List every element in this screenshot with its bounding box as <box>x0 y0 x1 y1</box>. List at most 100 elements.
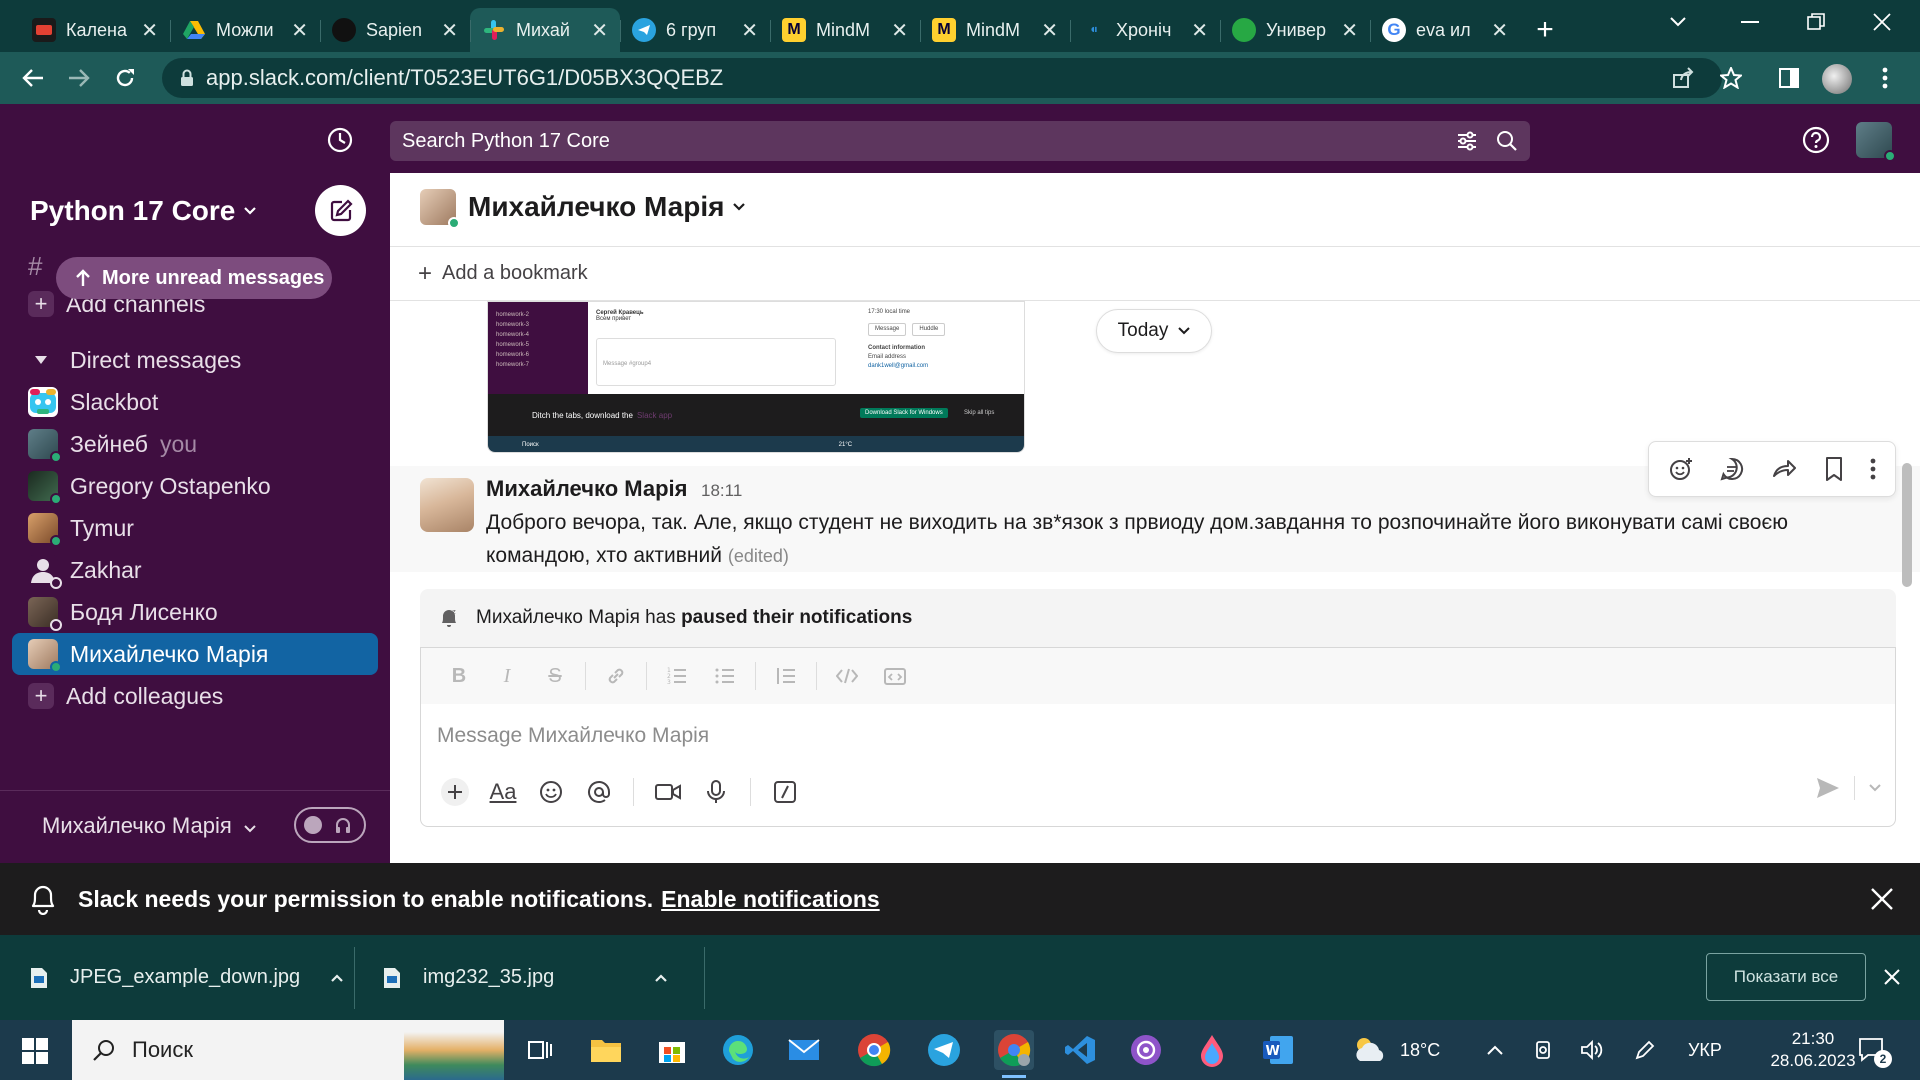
link-icon[interactable] <box>592 656 640 696</box>
compose-button[interactable] <box>315 185 366 236</box>
code-icon[interactable] <box>823 656 871 696</box>
mail-icon[interactable] <box>784 1030 824 1070</box>
close-tab-icon[interactable]: ✕ <box>1491 18 1508 43</box>
message-list-scrollbar[interactable] <box>1902 463 1912 587</box>
download-item[interactable]: img232_35.jpg <box>383 935 683 1020</box>
restore-icon[interactable] <box>1786 0 1846 44</box>
add-reaction-icon[interactable] <box>1668 456 1694 482</box>
forward-icon[interactable] <box>56 55 102 101</box>
chevron-up-icon[interactable] <box>330 973 344 983</box>
share-message-icon[interactable] <box>1771 456 1797 482</box>
strikethrough-icon[interactable]: S <box>531 656 579 696</box>
download-item[interactable]: JPEG_example_down.jpg <box>30 935 343 1020</box>
chrome-profile-icon[interactable] <box>994 1030 1034 1078</box>
github-desktop-icon[interactable] <box>1126 1030 1166 1070</box>
bold-icon[interactable]: B <box>435 656 483 696</box>
close-tab-icon[interactable]: ✕ <box>1341 18 1358 43</box>
video-clip-icon[interactable] <box>646 770 690 814</box>
file-explorer-icon[interactable] <box>586 1030 626 1070</box>
new-tab-button[interactable]: + <box>1520 8 1570 52</box>
bullet-list-icon[interactable] <box>701 656 749 696</box>
meet-now-icon[interactable] <box>1534 1020 1556 1080</box>
close-icon[interactable] <box>1884 969 1900 985</box>
chevron-up-icon[interactable] <box>654 973 668 983</box>
help-icon[interactable] <box>1802 126 1830 154</box>
language-indicator[interactable]: УКР <box>1688 1020 1722 1080</box>
search-icon[interactable] <box>1496 130 1518 152</box>
send-icon[interactable] <box>1816 777 1840 799</box>
taskbar-search[interactable]: Поиск <box>72 1020 504 1080</box>
reply-thread-icon[interactable] <box>1719 456 1745 482</box>
close-tab-icon[interactable]: ✕ <box>141 18 158 43</box>
message-author[interactable]: Михайлечко Марія <box>486 476 687 502</box>
close-icon[interactable] <box>1870 887 1894 911</box>
task-view-icon[interactable] <box>520 1030 560 1070</box>
microphone-icon[interactable] <box>694 770 738 814</box>
close-tab-icon[interactable]: ✕ <box>1041 18 1058 43</box>
vscode-icon[interactable] <box>1060 1030 1100 1070</box>
italic-icon[interactable]: I <box>483 656 531 696</box>
dm-item-active[interactable]: Михайлечко Марія <box>12 633 378 675</box>
windows-start-icon[interactable] <box>22 1038 48 1064</box>
user-avatar[interactable] <box>1856 122 1896 162</box>
image-attachment[interactable]: homework-2 homework-3 homework-4 homewor… <box>487 301 1025 453</box>
huddle-toggle[interactable] <box>294 807 366 843</box>
message-input[interactable]: Message Михайлечко Марія <box>437 724 709 748</box>
add-colleagues-item[interactable]: + Add colleagues <box>12 675 378 717</box>
workspace-switcher[interactable]: Python 17 Core <box>30 195 257 227</box>
browser-tab[interactable]: Sapien ✕ <box>320 8 470 52</box>
browser-tab[interactable]: Универ ✕ <box>1220 8 1370 52</box>
word-icon[interactable]: W <box>1258 1030 1298 1070</box>
show-all-downloads-button[interactable]: Показати все <box>1706 953 1866 1001</box>
profile-avatar[interactable] <box>1822 64 1852 94</box>
mention-icon[interactable] <box>577 770 621 814</box>
back-icon[interactable] <box>10 55 56 101</box>
browser-tab[interactable]: Можли ✕ <box>170 8 320 52</box>
more-actions-icon[interactable] <box>1870 457 1876 481</box>
store-icon[interactable] <box>652 1030 692 1070</box>
save-bookmark-icon[interactable] <box>1823 456 1845 482</box>
weather-widget[interactable]: 18°C <box>1350 1020 1440 1080</box>
emoji-icon[interactable] <box>529 770 573 814</box>
browser-tab[interactable]: 6 груп ✕ <box>620 8 770 52</box>
browser-tab[interactable]: ⁌ Хроніч ✕ <box>1070 8 1220 52</box>
browser-tab-active[interactable]: Михай ✕ <box>470 8 620 52</box>
search-filter-icon[interactable] <box>1456 130 1478 152</box>
close-tab-icon[interactable]: ✕ <box>591 18 608 43</box>
close-tab-icon[interactable]: ✕ <box>441 18 458 43</box>
pen-icon[interactable] <box>1634 1020 1656 1080</box>
dm-item[interactable]: Tymur <box>12 507 378 549</box>
huddle-channel-selector[interactable]: Михайлечко Марія <box>42 813 256 839</box>
dm-item-slackbot[interactable]: Slackbot <box>12 381 378 423</box>
share-icon[interactable] <box>1660 55 1706 101</box>
dm-item[interactable]: Бодя Лисенко <box>12 591 378 633</box>
add-bookmark-button[interactable]: + Add a bookmark <box>418 260 588 288</box>
tab-search-icon[interactable] <box>1648 0 1708 44</box>
avatar[interactable] <box>420 478 474 532</box>
formatting-toggle-icon[interactable]: Aa <box>481 770 525 814</box>
browser-tab[interactable]: M MindM ✕ <box>920 8 1070 52</box>
history-icon[interactable] <box>326 126 354 154</box>
minimize-icon[interactable] <box>1720 0 1780 44</box>
ordered-list-icon[interactable]: 123 <box>653 656 701 696</box>
dm-section-header[interactable]: Direct messages <box>12 339 378 381</box>
dm-item-self[interactable]: Зейнеб you <box>12 423 378 465</box>
channel-title-button[interactable]: Михайлечко Марія <box>420 189 746 229</box>
paint-icon[interactable] <box>1192 1030 1232 1070</box>
slash-command-icon[interactable] <box>763 770 807 814</box>
date-divider-button[interactable]: Today <box>1096 309 1212 353</box>
browser-tab[interactable]: Калена ✕ <box>20 8 170 52</box>
bookmark-star-icon[interactable] <box>1708 55 1754 101</box>
dm-item[interactable]: Zakhar <box>12 549 378 591</box>
close-window-icon[interactable] <box>1852 0 1912 44</box>
clock[interactable]: 21:30 28.06.2023 <box>1754 1020 1872 1080</box>
browser-tab[interactable]: M MindM ✕ <box>770 8 920 52</box>
more-unread-button[interactable]: More unread messages <box>56 257 332 299</box>
volume-icon[interactable] <box>1580 1020 1604 1080</box>
code-block-icon[interactable] <box>871 656 919 696</box>
close-tab-icon[interactable]: ✕ <box>1191 18 1208 43</box>
close-tab-icon[interactable]: ✕ <box>291 18 308 43</box>
telegram-icon[interactable] <box>924 1030 964 1070</box>
attach-plus-icon[interactable] <box>433 770 477 814</box>
side-panel-icon[interactable] <box>1766 55 1812 101</box>
